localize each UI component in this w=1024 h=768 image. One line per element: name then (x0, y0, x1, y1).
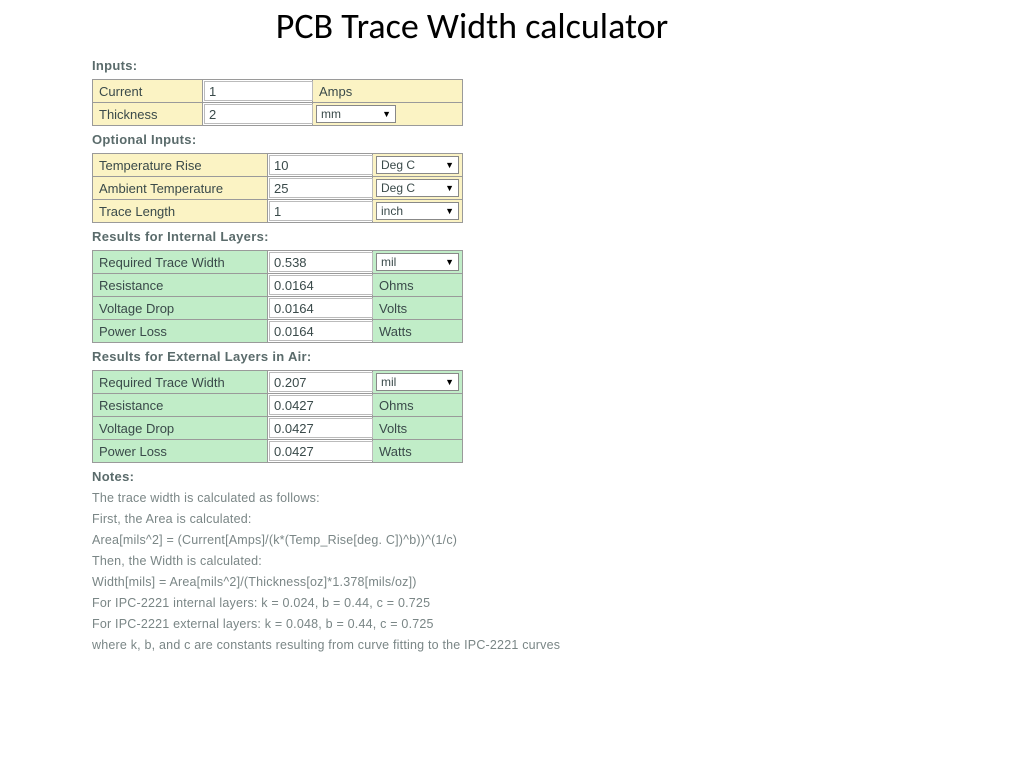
ambient-unit: Deg C (381, 181, 415, 195)
page-title: PCB Trace Width calculator (0, 0, 1024, 54)
thickness-unit-select[interactable]: mm ▼ (316, 105, 396, 123)
table-row: Ambient Temperature Deg C ▼ (93, 177, 463, 200)
current-input[interactable] (204, 81, 313, 101)
temp-rise-unit: Deg C (381, 158, 415, 172)
chevron-down-icon: ▼ (445, 206, 454, 216)
optional-table: Temperature Rise Deg C ▼ Ambient Tempera… (92, 153, 463, 223)
temp-rise-unit-select[interactable]: Deg C ▼ (376, 156, 459, 174)
table-row: Trace Length inch ▼ (93, 200, 463, 223)
trace-len-unit-select[interactable]: inch ▼ (376, 202, 459, 220)
external-res-unit: Ohms (373, 394, 463, 417)
notes-line: where k, b, and c are constants resultin… (92, 638, 680, 652)
external-res-label: Resistance (93, 394, 268, 417)
chevron-down-icon: ▼ (445, 183, 454, 193)
internal-vdrop-label: Voltage Drop (93, 297, 268, 320)
table-row: Voltage Drop Volts (93, 297, 463, 320)
table-row: Power Loss Watts (93, 320, 463, 343)
internal-res-unit: Ohms (373, 274, 463, 297)
ambient-unit-select[interactable]: Deg C ▼ (376, 179, 459, 197)
external-heading: Results for External Layers in Air: (92, 349, 680, 364)
external-width-unit: mil (381, 375, 396, 389)
internal-width-label: Required Trace Width (93, 251, 268, 274)
notes-body: The trace width is calculated as follows… (92, 491, 680, 652)
internal-heading: Results for Internal Layers: (92, 229, 680, 244)
internal-ploss-label: Power Loss (93, 320, 268, 343)
table-row: Thickness mm ▼ (93, 103, 463, 126)
notes-line: Then, the Width is calculated: (92, 554, 680, 568)
chevron-down-icon: ▼ (445, 377, 454, 387)
trace-len-unit: inch (381, 204, 403, 218)
notes-line: First, the Area is calculated: (92, 512, 680, 526)
table-row: Temperature Rise Deg C ▼ (93, 154, 463, 177)
notes-line: Area[mils^2] = (Current[Amps]/(k*(Temp_R… (92, 533, 680, 547)
thickness-unit: mm (321, 107, 341, 121)
external-vdrop-value (269, 418, 373, 438)
table-row: Required Trace Width mil ▼ (93, 371, 463, 394)
internal-vdrop-value (269, 298, 373, 318)
external-ploss-value (269, 441, 373, 461)
table-row: Required Trace Width mil ▼ (93, 251, 463, 274)
table-row: Resistance Ohms (93, 394, 463, 417)
table-row: Voltage Drop Volts (93, 417, 463, 440)
internal-width-unit-select[interactable]: mil ▼ (376, 253, 459, 271)
temp-rise-input[interactable] (269, 155, 373, 175)
external-res-value (269, 395, 373, 415)
notes-line: Width[mils] = Area[mils^2]/(Thickness[oz… (92, 575, 680, 589)
external-ploss-label: Power Loss (93, 440, 268, 463)
notes-line: For IPC-2221 internal layers: k = 0.024,… (92, 596, 680, 610)
chevron-down-icon: ▼ (445, 257, 454, 267)
external-table: Required Trace Width mil ▼ Resistance Oh… (92, 370, 463, 463)
current-label: Current (93, 80, 203, 103)
table-row: Power Loss Watts (93, 440, 463, 463)
internal-width-unit: mil (381, 255, 396, 269)
current-unit: Amps (313, 80, 463, 103)
external-width-label: Required Trace Width (93, 371, 268, 394)
trace-len-input[interactable] (269, 201, 373, 221)
inputs-table: Current Amps Thickness mm ▼ (92, 79, 463, 126)
thickness-label: Thickness (93, 103, 203, 126)
chevron-down-icon: ▼ (445, 160, 454, 170)
internal-ploss-unit: Watts (373, 320, 463, 343)
table-row: Current Amps (93, 80, 463, 103)
ambient-input[interactable] (269, 178, 373, 198)
internal-res-label: Resistance (93, 274, 268, 297)
internal-width-value (269, 252, 373, 272)
external-ploss-unit: Watts (373, 440, 463, 463)
chevron-down-icon: ▼ (382, 109, 391, 119)
thickness-input[interactable] (204, 104, 313, 124)
notes-heading: Notes: (92, 469, 680, 484)
notes-line: For IPC-2221 external layers: k = 0.048,… (92, 617, 680, 631)
ambient-label: Ambient Temperature (93, 177, 268, 200)
external-vdrop-unit: Volts (373, 417, 463, 440)
notes-line: The trace width is calculated as follows… (92, 491, 680, 505)
inputs-heading: Inputs: (92, 58, 680, 73)
internal-vdrop-unit: Volts (373, 297, 463, 320)
trace-len-label: Trace Length (93, 200, 268, 223)
optional-heading: Optional Inputs: (92, 132, 680, 147)
external-vdrop-label: Voltage Drop (93, 417, 268, 440)
table-row: Resistance Ohms (93, 274, 463, 297)
internal-res-value (269, 275, 373, 295)
temp-rise-label: Temperature Rise (93, 154, 268, 177)
internal-ploss-value (269, 321, 373, 341)
external-width-value (269, 372, 373, 392)
external-width-unit-select[interactable]: mil ▼ (376, 373, 459, 391)
calculator-body: Inputs: Current Amps Thickness mm ▼ Opti… (0, 58, 680, 652)
internal-table: Required Trace Width mil ▼ Resistance Oh… (92, 250, 463, 343)
